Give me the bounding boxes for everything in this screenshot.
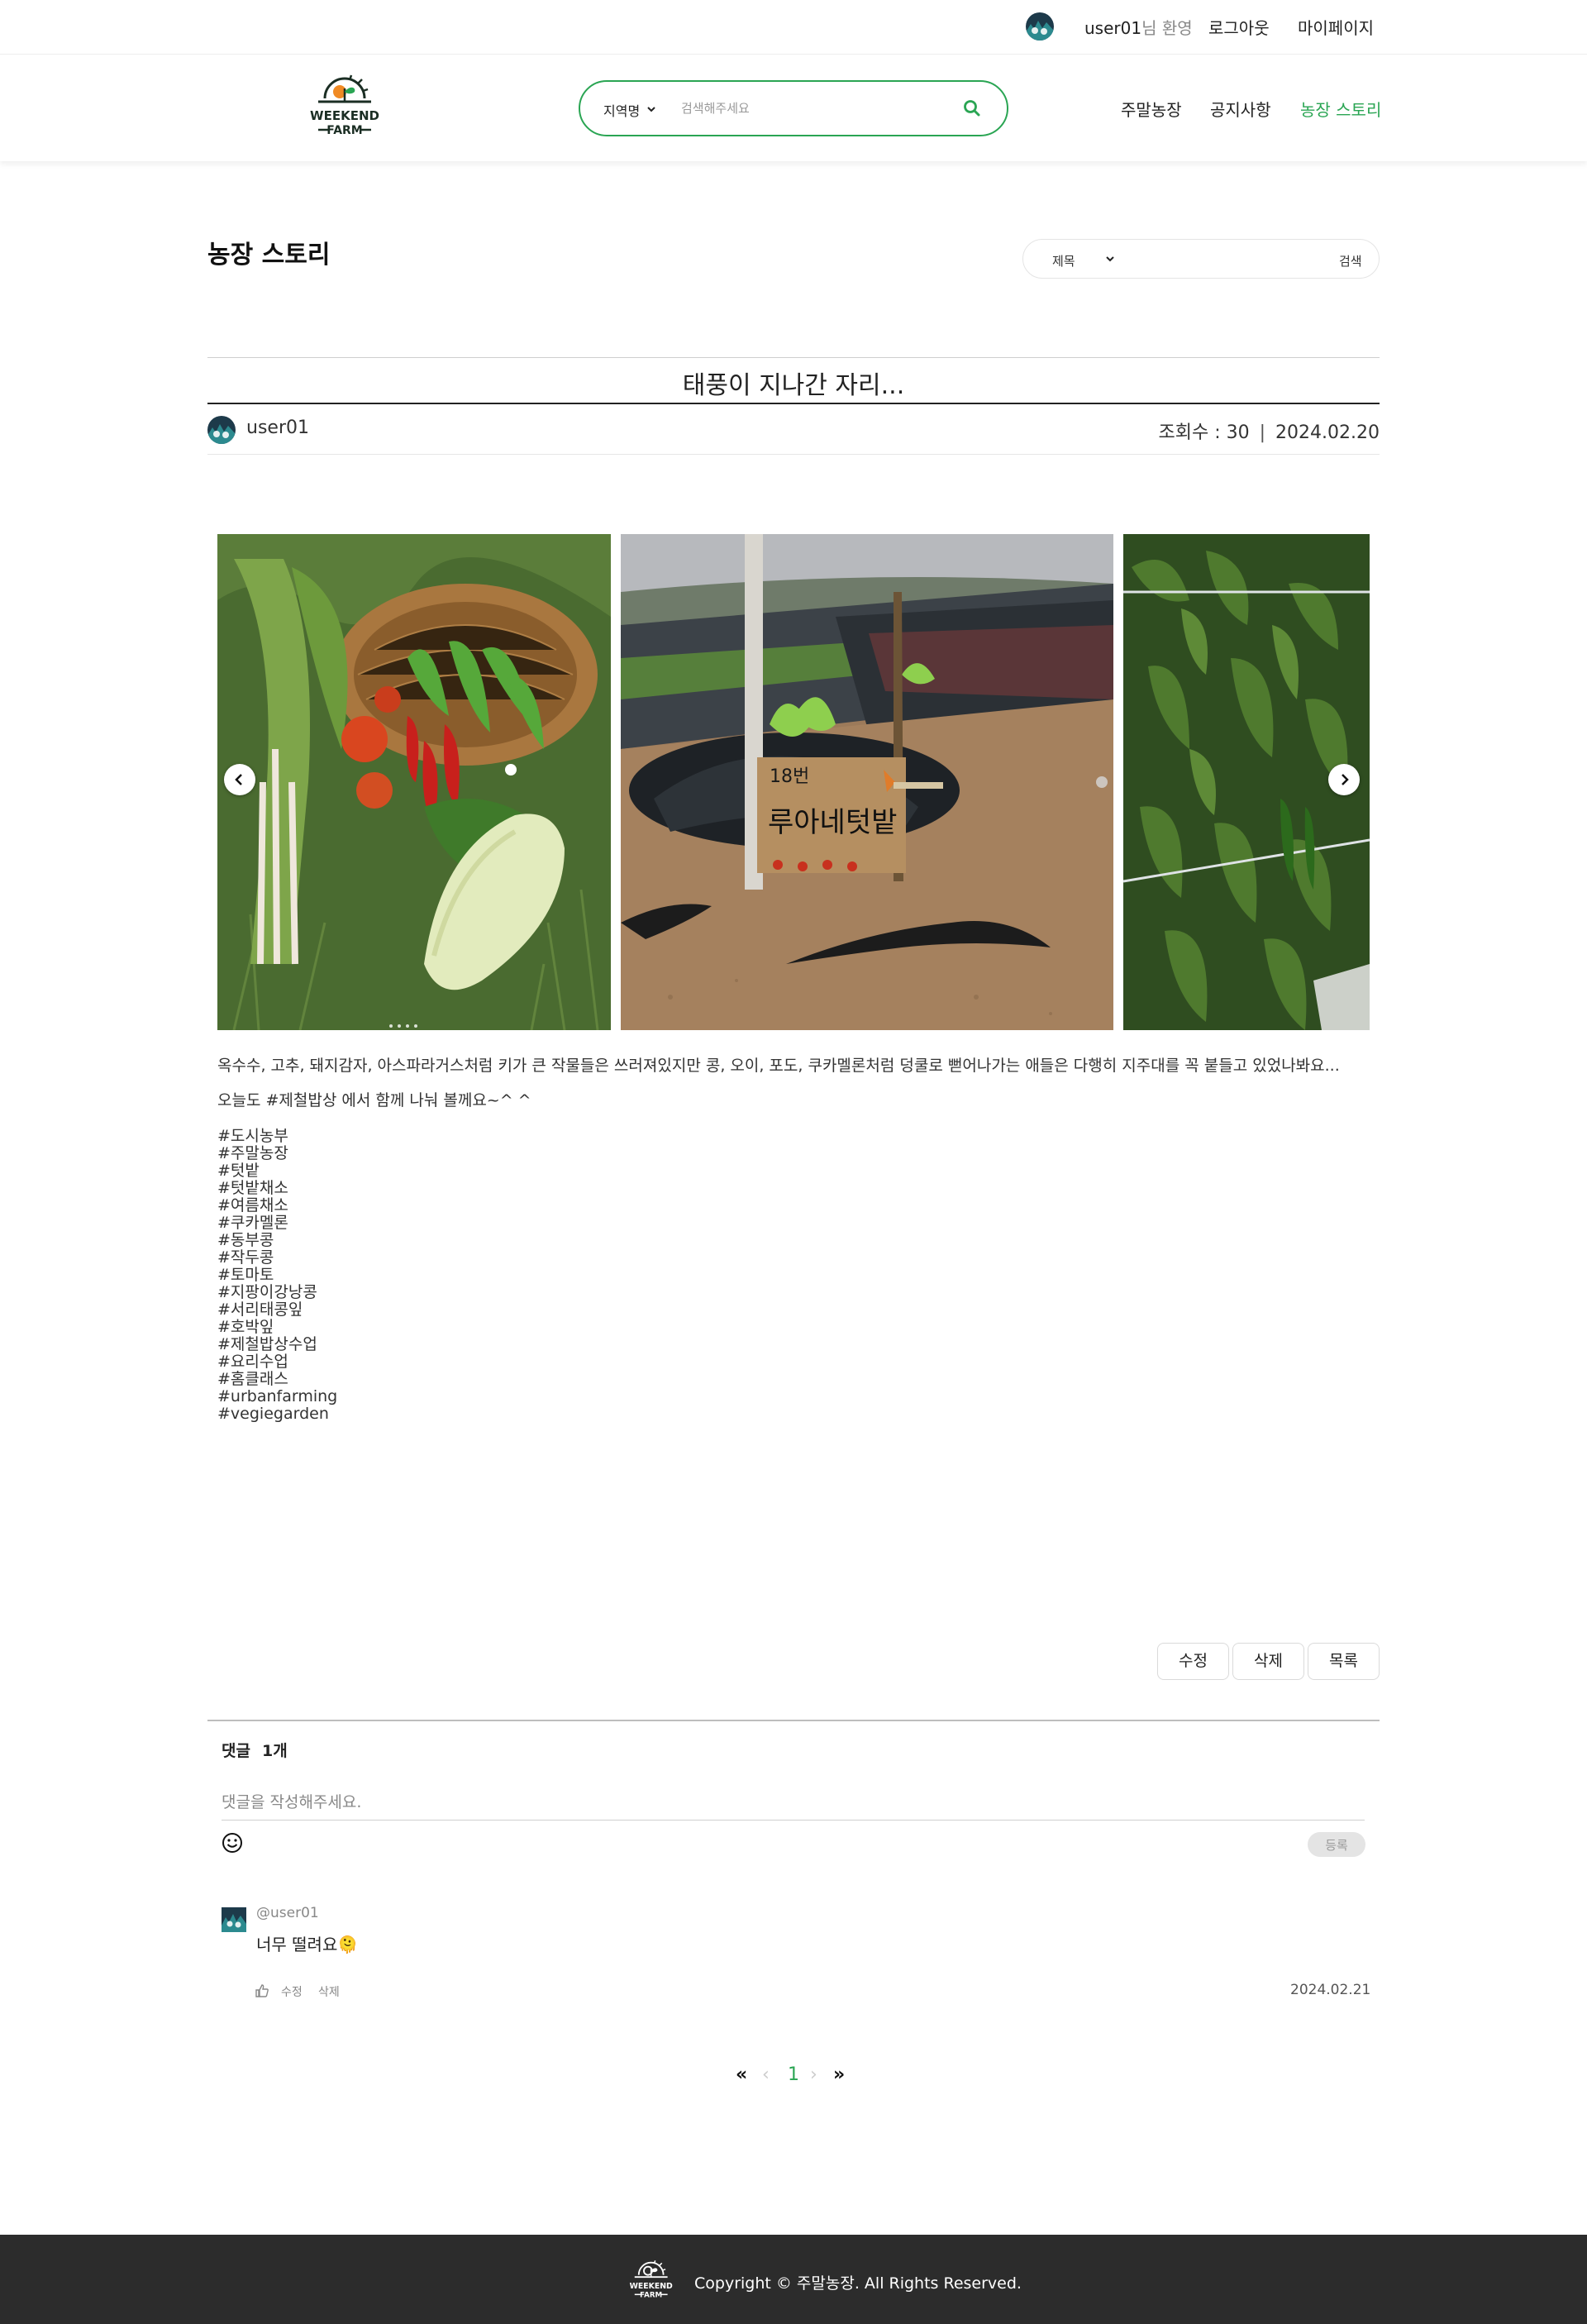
comment-date: 2024.02.21 bbox=[1290, 1982, 1371, 1998]
logo-text-weekend: WEEKEND bbox=[310, 108, 379, 123]
post-title: 태풍이 지나간 자리... bbox=[682, 371, 905, 400]
chevron-right-icon bbox=[1342, 774, 1349, 785]
divider bbox=[207, 403, 1380, 404]
smiley-icon[interactable] bbox=[221, 1831, 244, 1854]
hashtag: #동부콩 bbox=[217, 1231, 274, 1249]
user-greeting: user01님 환영 bbox=[1084, 15, 1193, 39]
meta-separator: | bbox=[1259, 422, 1266, 443]
top-utility-bar: user01님 환영 로그아웃 마이페이지 bbox=[0, 0, 1587, 55]
search-input[interactable] bbox=[681, 97, 929, 120]
next-page-button[interactable]: › bbox=[810, 2064, 817, 2085]
thumbs-up-icon[interactable] bbox=[255, 1983, 269, 1998]
hashtag: #제철밥상수업 bbox=[217, 1335, 317, 1353]
post-date: 2024.02.20 bbox=[1275, 422, 1380, 443]
author-avatar bbox=[207, 416, 236, 444]
logo-text-farm: FARM bbox=[326, 124, 363, 137]
hashtag: #도시농부 bbox=[217, 1127, 288, 1145]
divider bbox=[207, 1720, 1380, 1721]
chevron-down-icon[interactable] bbox=[1104, 252, 1116, 268]
hashtag: #주말농장 bbox=[217, 1144, 288, 1162]
site-footer: WEEKEND FARM Copyright © 주말농장. All Right… bbox=[0, 2235, 1587, 2324]
hashtag: #쿠카멜론 bbox=[217, 1214, 288, 1232]
edit-post-button[interactable]: 수정 bbox=[1157, 1643, 1229, 1680]
edit-comment-button[interactable]: 수정 bbox=[281, 1983, 303, 2000]
hashtag: #텃밭채소 bbox=[217, 1179, 288, 1197]
hashtag: #작두콩 bbox=[217, 1248, 274, 1267]
hashtag-list: #도시농부 #주말농장 #텃밭 #텃밭채소 #여름채소 #쿠카멜론 #동부콩 #… bbox=[217, 1128, 1375, 1423]
user-avatar[interactable] bbox=[1026, 12, 1054, 41]
divider bbox=[207, 357, 1380, 358]
carousel-prev-button[interactable] bbox=[224, 764, 255, 795]
nav-weekend-farm[interactable]: 주말농장 bbox=[1121, 97, 1182, 121]
post-content: 옥수수, 고추, 돼지감자, 아스파라거스처럼 키가 큰 작물들은 쓰러져있지만… bbox=[217, 1057, 1375, 1423]
greeting-suffix: 님 환영 bbox=[1141, 18, 1193, 38]
author-name: user01 bbox=[246, 418, 309, 438]
region-select[interactable]: 지역명 bbox=[603, 100, 640, 120]
footer-logo-text-farm: FARM bbox=[640, 2291, 662, 2299]
header-search-bar: 지역명 bbox=[579, 80, 1008, 136]
image-carousel: 18번 루아네텃밭 bbox=[207, 529, 1380, 1042]
footer-logo: WEEKEND FARM bbox=[624, 2260, 679, 2306]
sign-text-number: 18번 bbox=[770, 766, 809, 787]
delete-post-button[interactable]: 삭제 bbox=[1232, 1643, 1304, 1680]
board-search-button[interactable]: 검색 bbox=[1339, 252, 1362, 270]
search-icon[interactable] bbox=[960, 97, 984, 120]
first-page-button[interactable]: « bbox=[736, 2064, 747, 2085]
carousel-next-button[interactable] bbox=[1328, 764, 1360, 795]
hashtag: #토마토 bbox=[217, 1266, 274, 1284]
hashtag: #vegiegarden bbox=[217, 1405, 329, 1423]
chevron-down-icon[interactable] bbox=[646, 102, 656, 117]
back-to-list-button[interactable]: 목록 bbox=[1308, 1643, 1380, 1680]
search-field-select[interactable]: 제목 bbox=[1052, 252, 1075, 270]
board-title: 농장 스토리 bbox=[207, 241, 331, 270]
hashtag: #서리태콩잎 bbox=[217, 1300, 303, 1319]
nav-notice[interactable]: 공지사항 bbox=[1210, 97, 1271, 121]
hashtag: #텃밭 bbox=[217, 1162, 260, 1180]
post-photo-garden-sign[interactable]: 18번 루아네텃밭 bbox=[621, 534, 1113, 1030]
post-paragraph: 옥수수, 고추, 돼지감자, 아스파라거스처럼 키가 큰 작물들은 쓰러져있지만… bbox=[217, 1057, 1340, 1075]
post-meta: 조회수 : 30 | 2024.02.20 bbox=[1158, 418, 1380, 444]
nav-farm-story[interactable]: 농장 스토리 bbox=[1300, 97, 1381, 121]
hashtag: #지팡이강낭콩 bbox=[217, 1283, 317, 1301]
greeting-username: user01 bbox=[1084, 18, 1142, 38]
chevron-left-icon bbox=[235, 774, 242, 785]
copyright-text: Copyright © 주말농장. All Rights Reserved. bbox=[694, 2274, 1022, 2293]
comment-count-value: 1개 bbox=[261, 1742, 288, 1760]
comment-input[interactable] bbox=[222, 1784, 1365, 1821]
footer-logo-text-weekend: WEEKEND bbox=[630, 2282, 673, 2291]
view-count: 조회수 : 30 bbox=[1158, 422, 1250, 443]
comment-label: 댓글 bbox=[222, 1742, 250, 1760]
post-paragraph: 오늘도 #제철밥상 에서 함께 나눠 볼께요~^ ^ bbox=[217, 1091, 531, 1110]
comment-submit-button[interactable]: 등록 bbox=[1308, 1832, 1365, 1857]
prev-page-button[interactable]: ‹ bbox=[762, 2064, 770, 2085]
post-photo-harvest-basket[interactable] bbox=[217, 534, 611, 1030]
delete-comment-button[interactable]: 삭제 bbox=[318, 1983, 340, 2000]
hashtag: #여름채소 bbox=[217, 1196, 288, 1214]
hashtag: #urbanfarming bbox=[217, 1387, 338, 1405]
comment-text: 너무 떨려요🫠 bbox=[256, 1935, 359, 1954]
weekend-farm-logo[interactable]: WEEKEND FARM bbox=[302, 74, 388, 148]
site-header: WEEKEND FARM 지역명 주말농장 공지사항 농장 스토리 bbox=[0, 55, 1587, 161]
last-page-button[interactable]: » bbox=[833, 2064, 845, 2085]
divider bbox=[207, 454, 1380, 455]
comment-count: 댓글 1개 bbox=[222, 1739, 288, 1761]
hashtag: #홈클래스 bbox=[217, 1370, 288, 1388]
hashtag: #요리수업 bbox=[217, 1353, 288, 1371]
current-page[interactable]: 1 bbox=[788, 2064, 799, 2085]
comment-avatar bbox=[222, 1907, 246, 1932]
mypage-link[interactable]: 마이페이지 bbox=[1298, 15, 1374, 39]
comment-username: @user01 bbox=[256, 1905, 319, 1921]
hashtag: #호박잎 bbox=[217, 1318, 274, 1336]
board-search-bar: 제목 검색 bbox=[1022, 239, 1380, 279]
logout-link[interactable]: 로그아웃 bbox=[1208, 15, 1270, 39]
sign-text-name: 루아네텃밭 bbox=[768, 806, 897, 839]
